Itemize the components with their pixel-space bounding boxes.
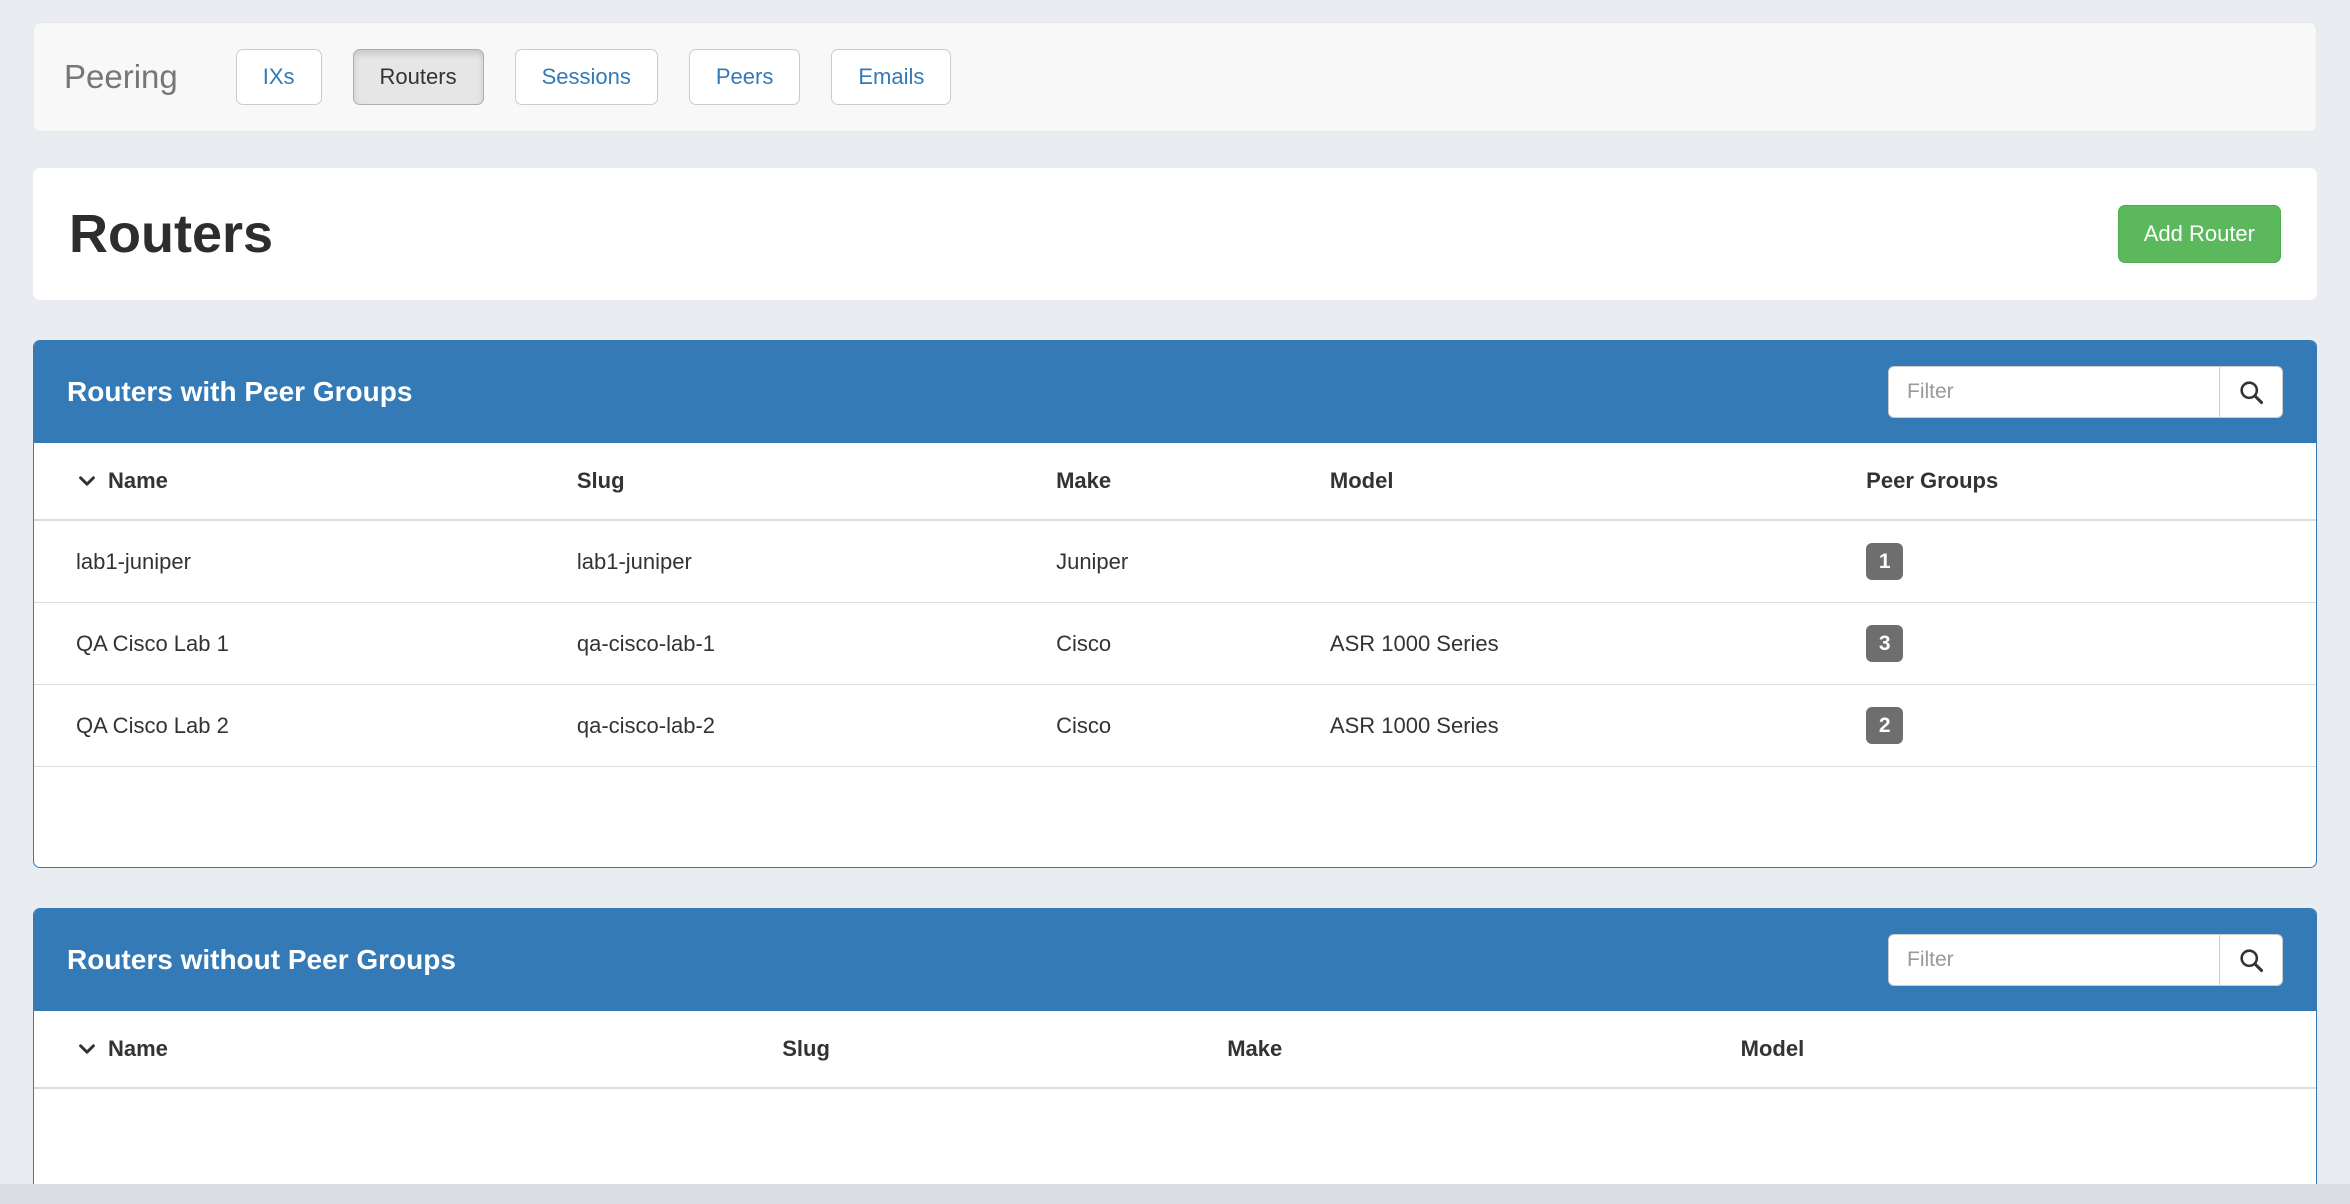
cell-name: lab1-juniper bbox=[34, 520, 559, 603]
cell-model: ASR 1000 Series bbox=[1312, 685, 1848, 767]
table-row: QA Cisco Lab 2 qa-cisco-lab-2 Cisco ASR … bbox=[34, 685, 2316, 767]
page-header: Routers Add Router bbox=[33, 168, 2317, 300]
nav-tab-peers[interactable]: Peers bbox=[689, 49, 800, 105]
navbar: Peering IXs Routers Sessions Peers Email… bbox=[33, 22, 2317, 132]
cell-slug: qa-cisco-lab-2 bbox=[559, 685, 1038, 767]
cell-peer-groups: 2 bbox=[1848, 685, 2316, 767]
nav-tab-emails[interactable]: Emails bbox=[831, 49, 951, 105]
routers-with-peer-groups-table: Name Slug Make Model Peer Groups lab1-ju… bbox=[34, 443, 2316, 767]
panel-body: Name Slug Make Model Peer Groups lab1-ju… bbox=[34, 443, 2316, 867]
sort-caret-down-icon bbox=[76, 1038, 98, 1060]
search-button[interactable] bbox=[2219, 934, 2283, 986]
page-container: Peering IXs Routers Sessions Peers Email… bbox=[0, 0, 2350, 1190]
peer-groups-badge: 2 bbox=[1866, 707, 1903, 744]
search-icon bbox=[2237, 946, 2265, 974]
nav-tab-sessions[interactable]: Sessions bbox=[515, 49, 658, 105]
filter-input[interactable] bbox=[1888, 366, 2220, 418]
panel-heading: Routers with Peer Groups bbox=[34, 341, 2316, 443]
filter-group bbox=[1888, 934, 2283, 986]
cell-model bbox=[1312, 520, 1848, 603]
panel-title: Routers with Peer Groups bbox=[67, 376, 412, 408]
peer-groups-badge: 1 bbox=[1866, 543, 1903, 580]
cell-slug: qa-cisco-lab-1 bbox=[559, 603, 1038, 685]
nav-tab-ixs[interactable]: IXs bbox=[236, 49, 322, 105]
panel-heading: Routers without Peer Groups bbox=[34, 909, 2316, 1011]
column-header-name[interactable]: Name bbox=[34, 443, 559, 520]
column-header-label: Name bbox=[108, 1036, 168, 1061]
panel-body: Name Slug Make Model bbox=[34, 1011, 2316, 1189]
cell-name: QA Cisco Lab 1 bbox=[34, 603, 559, 685]
table-header-row: Name Slug Make Model bbox=[34, 1011, 2316, 1088]
panel-spacer bbox=[34, 1089, 2316, 1189]
add-router-button[interactable]: Add Router bbox=[2118, 205, 2281, 263]
nav-tab-routers[interactable]: Routers bbox=[353, 49, 484, 105]
panel-routers-without-peer-groups: Routers without Peer Groups bbox=[33, 908, 2317, 1190]
column-header-model[interactable]: Model bbox=[1312, 443, 1848, 520]
cell-model: ASR 1000 Series bbox=[1312, 603, 1848, 685]
cell-name: QA Cisco Lab 2 bbox=[34, 685, 559, 767]
filter-group bbox=[1888, 366, 2283, 418]
column-header-label: Name bbox=[108, 468, 168, 493]
panel-spacer bbox=[34, 767, 2316, 867]
routers-without-peer-groups-table: Name Slug Make Model bbox=[34, 1011, 2316, 1089]
column-header-peer-groups[interactable]: Peer Groups bbox=[1848, 443, 2316, 520]
column-header-make[interactable]: Make bbox=[1038, 443, 1312, 520]
peer-groups-badge: 3 bbox=[1866, 625, 1903, 662]
column-header-name[interactable]: Name bbox=[34, 1011, 764, 1088]
search-icon bbox=[2237, 378, 2265, 406]
table-header-row: Name Slug Make Model Peer Groups bbox=[34, 443, 2316, 520]
navbar-buttons: IXs Routers Sessions Peers Emails bbox=[236, 49, 952, 105]
column-header-slug[interactable]: Slug bbox=[764, 1011, 1209, 1088]
panel-routers-with-peer-groups: Routers with Peer Groups bbox=[33, 340, 2317, 868]
cell-peer-groups: 3 bbox=[1848, 603, 2316, 685]
search-button[interactable] bbox=[2219, 366, 2283, 418]
cell-make: Cisco bbox=[1038, 603, 1312, 685]
column-header-make[interactable]: Make bbox=[1209, 1011, 1722, 1088]
navbar-brand[interactable]: Peering bbox=[64, 58, 178, 96]
table-row: QA Cisco Lab 1 qa-cisco-lab-1 Cisco ASR … bbox=[34, 603, 2316, 685]
bottom-strip bbox=[0, 1184, 2350, 1204]
filter-input[interactable] bbox=[1888, 934, 2220, 986]
cell-make: Juniper bbox=[1038, 520, 1312, 603]
sort-caret-down-icon bbox=[76, 470, 98, 492]
panel-title: Routers without Peer Groups bbox=[67, 944, 456, 976]
cell-slug: lab1-juniper bbox=[559, 520, 1038, 603]
column-header-model[interactable]: Model bbox=[1723, 1011, 2316, 1088]
page-title: Routers bbox=[69, 203, 273, 265]
cell-peer-groups: 1 bbox=[1848, 520, 2316, 603]
column-header-slug[interactable]: Slug bbox=[559, 443, 1038, 520]
cell-make: Cisco bbox=[1038, 685, 1312, 767]
table-row: lab1-juniper lab1-juniper Juniper 1 bbox=[34, 520, 2316, 603]
